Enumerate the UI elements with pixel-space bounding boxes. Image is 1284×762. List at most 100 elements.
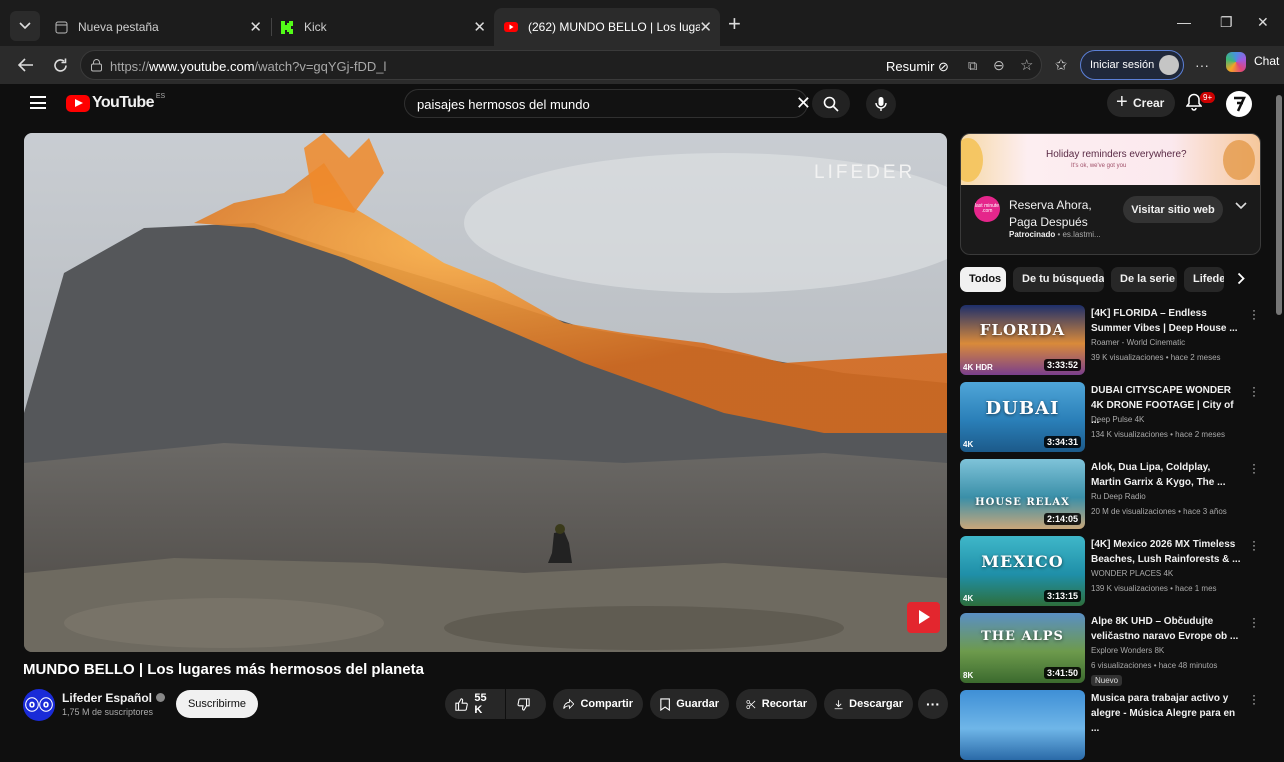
sponsored-ad-card[interactable]: Holiday reminders everywhere? It's ok, w… [960, 133, 1261, 255]
chip-all[interactable]: Todos [960, 267, 1006, 292]
chip-from-series[interactable]: De la serie [1111, 267, 1177, 292]
duration-badge: 3:34:31 [1043, 436, 1081, 448]
video-thumbnail[interactable]: DUBAI 4K 3:34:31 [960, 382, 1085, 452]
video-thumbnail[interactable]: HOUSE RELAX 2:14:05 [960, 459, 1085, 529]
reader-view-icon[interactable]: ⧉ [968, 58, 977, 74]
channel-avatar[interactable]: ⓞⓞ [23, 689, 55, 721]
more-menu-icon[interactable]: ··· [1192, 55, 1212, 75]
recommendation-title[interactable]: Musica para trabajar activo y alegre - M… [1091, 691, 1241, 736]
bookmark-icon [660, 697, 670, 711]
visit-site-button[interactable]: Visitar sitio web [1123, 196, 1223, 223]
clip-label: Recortar [761, 698, 807, 710]
recommendation-title[interactable]: [4K] Mexico 2026 MX Timeless Beaches, Lu… [1091, 537, 1241, 567]
recommendation-title[interactable]: [4K] FLORIDA – Endless Summer Vibes | De… [1091, 306, 1241, 336]
browser-toolbar: https://www.youtube.com/watch?v=gqYGj-fD… [0, 46, 1284, 84]
signin-button[interactable]: Iniciar sesión [1080, 50, 1184, 80]
favorite-star-icon[interactable]: ☆ [1020, 56, 1033, 74]
close-icon[interactable]: ✕ [249, 18, 262, 36]
more-options-icon[interactable]: · · · [1252, 612, 1256, 632]
voice-search-button[interactable] [866, 89, 896, 119]
new-tab-plus-icon[interactable]: + [728, 13, 741, 35]
youtube-logo[interactable]: YouTube ES [66, 93, 165, 112]
subscribe-watermark-icon[interactable] [907, 602, 940, 633]
recommendation-channel[interactable]: WONDER PLACES 4K [1091, 569, 1173, 578]
video-watermark: LIFEDER [814, 162, 916, 183]
search-box[interactable]: paisajes hermosos del mundo ✕ [404, 89, 811, 118]
restore-icon[interactable]: ❐ [1220, 14, 1233, 31]
more-options-icon[interactable]: · · · [1252, 458, 1256, 478]
share-icon [563, 698, 575, 710]
tab-actions-button[interactable] [10, 11, 40, 41]
recommendation-channel[interactable]: Deep Pulse 4K [1091, 415, 1144, 424]
address-bar[interactable]: https://www.youtube.com/watch?v=gqYGj-fD… [80, 50, 1042, 80]
chip-channel[interactable]: Lifeder [1184, 267, 1224, 292]
tab-label: (262) MUNDO BELLO | Los lugares [528, 20, 700, 34]
favorites-icon[interactable]: ✩ [1051, 55, 1071, 75]
more-options-icon[interactable]: · · · [1252, 535, 1256, 555]
video-frame-image [24, 133, 947, 652]
recommendation-meta: 139 K visualizaciones • hace 1 mes [1091, 584, 1217, 593]
chevron-right-icon[interactable] [1237, 272, 1246, 285]
search-input[interactable]: paisajes hermosos del mundo [417, 97, 590, 112]
hamburger-menu-icon[interactable] [30, 96, 46, 109]
close-icon[interactable]: ✕ [699, 18, 712, 36]
ad-banner-image[interactable]: Holiday reminders everywhere? It's ok, w… [961, 134, 1260, 185]
video-thumbnail[interactable]: THE ALPS 8K 3:41:50 [960, 613, 1085, 683]
site-info-icon[interactable] [90, 59, 103, 72]
clear-search-icon[interactable]: ✕ [796, 93, 811, 114]
close-icon[interactable]: ✕ [473, 18, 486, 36]
recommendation-channel[interactable]: Explore Wonders 8K [1091, 646, 1164, 655]
microphone-icon [875, 97, 887, 111]
tab-new-tab[interactable]: Nueva pestaña ✕ [44, 8, 270, 46]
recommendation-item[interactable]: HOUSE RELAX 2:14:05 Alok, Dua Lipa, Coldpl… [960, 458, 1270, 531]
recommendation-title[interactable]: Alok, Dua Lipa, Coldplay, Martin Garrix … [1091, 460, 1241, 490]
more-options-icon[interactable]: · · · [1252, 689, 1256, 709]
recommendation-title[interactable]: Alpe 8K UHD – Občudujte veličastno narav… [1091, 614, 1241, 644]
youtube-header: YouTube ES paisajes hermosos del mundo ✕… [10, 84, 1274, 124]
save-label: Guardar [676, 698, 719, 710]
minimize-icon[interactable]: — [1177, 14, 1191, 30]
download-button[interactable]: Descargar [824, 689, 913, 719]
recommendation-channel[interactable]: Roamer - World Cinematic [1091, 338, 1185, 347]
channel-name[interactable]: Lifeder Español [62, 691, 166, 705]
chip-from-search[interactable]: De tu búsqueda [1013, 267, 1104, 292]
clip-button[interactable]: Recortar [736, 689, 817, 719]
more-options-icon[interactable]: · · · [1252, 304, 1256, 324]
save-button[interactable]: Guardar [650, 689, 729, 719]
search-button[interactable] [812, 89, 850, 118]
tab-kick[interactable]: Kick ✕ [270, 8, 494, 46]
copilot-chat-button[interactable]: Chat [1226, 52, 1279, 72]
recommendation-item[interactable]: THE ALPS 8K 3:41:50 Alpe 8K UHD – Občudujte… [960, 612, 1270, 686]
like-button[interactable]: 55 K [445, 689, 505, 719]
close-window-icon[interactable]: ✕ [1257, 14, 1269, 31]
video-thumbnail[interactable]: FLORIDA 4K HDR 3:33:52 [960, 305, 1085, 375]
chevron-down-icon[interactable] [1235, 202, 1247, 210]
create-button[interactable]: Crear [1107, 89, 1175, 117]
tab-youtube-active[interactable]: (262) MUNDO BELLO | Los lugares ✕ [494, 8, 720, 46]
more-actions-icon[interactable]: ··· [918, 689, 948, 719]
recommendation-item[interactable]: DUBAI 4K 3:34:31 DUBAI CITYSCAPE WONDER 4K … [960, 381, 1270, 454]
recommendation-item[interactable]: MEXICO 4K 3:13:15 [4K] Mexico 2026 MX Timel… [960, 535, 1270, 608]
back-arrow-icon[interactable] [16, 55, 36, 75]
recommendation-channel[interactable]: Ru Deep Radio [1091, 492, 1146, 501]
profile-avatar-icon [1159, 55, 1179, 75]
recommendation-item[interactable]: FLORIDA 4K HDR 3:33:52 [4K] FLORIDA – Endle… [960, 304, 1270, 377]
ad-headline[interactable]: Reserva Ahora, Paga Después [1009, 197, 1104, 231]
thumbs-up-icon [455, 697, 468, 711]
subscribe-button[interactable]: Suscribirme [176, 690, 258, 718]
zoom-icon[interactable]: ⊖ [993, 57, 1005, 74]
recommendation-item[interactable]: Musica para trabajar activo y alegre - M… [960, 689, 1270, 762]
video-player[interactable]: LIFEDER [24, 133, 947, 652]
video-thumbnail[interactable] [960, 690, 1085, 760]
more-options-icon[interactable]: · · · [1252, 381, 1256, 401]
page-scrollbar[interactable] [1276, 95, 1282, 315]
refresh-icon[interactable] [50, 55, 70, 75]
account-avatar[interactable] [1226, 91, 1252, 117]
dislike-button[interactable] [506, 689, 546, 719]
summarize-button[interactable]: Resumir ⊘ [886, 59, 949, 75]
url-text[interactable]: https://www.youtube.com/watch?v=gqYGj-fD… [110, 59, 386, 74]
advertiser-logo[interactable]: last minute .com [974, 196, 1000, 222]
video-thumbnail[interactable]: MEXICO 4K 3:13:15 [960, 536, 1085, 606]
copilot-icon [1226, 52, 1246, 72]
share-button[interactable]: Compartir [553, 689, 643, 719]
